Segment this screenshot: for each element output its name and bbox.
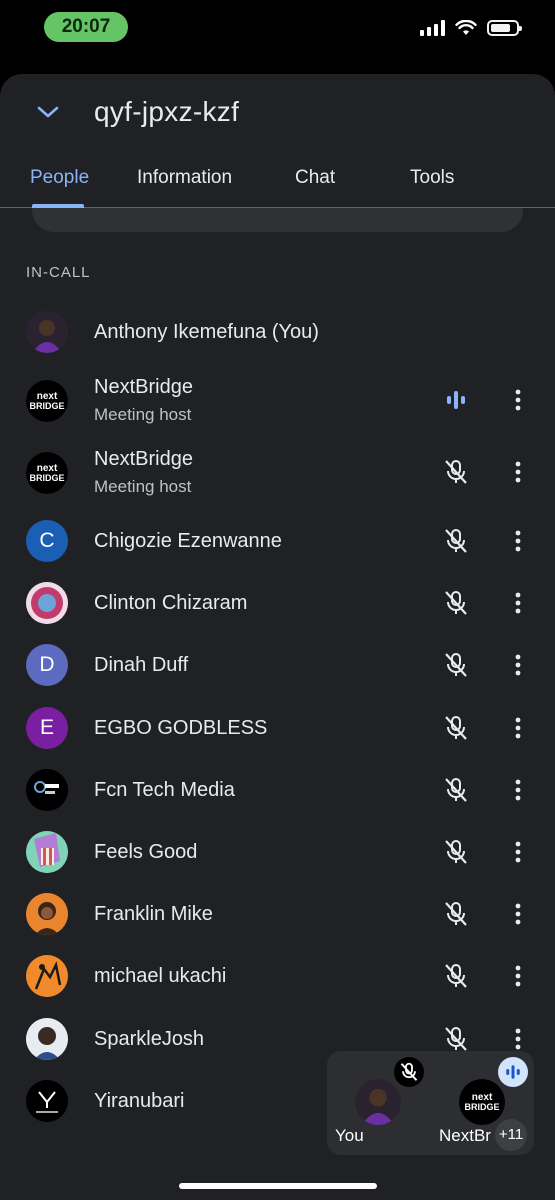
participant-row[interactable]: Franklin Mike (0, 887, 555, 949)
participant-name: EGBO GODBLESS (94, 716, 268, 739)
avatar: C (26, 520, 68, 562)
more-options-icon[interactable] (504, 900, 532, 928)
avatar: E (26, 706, 68, 749)
tab-chat[interactable]: Chat (295, 167, 335, 189)
host-label: NextBr (439, 1126, 491, 1145)
more-options-icon[interactable] (504, 1025, 532, 1053)
participant-name: Feels Good (94, 840, 198, 863)
collapse-button[interactable] (28, 92, 68, 132)
tab-people[interactable]: People (30, 167, 89, 189)
signal-icon (420, 20, 445, 36)
avatar: next BRIDGE (459, 1079, 505, 1125)
speaking-indicator-icon (442, 386, 470, 414)
tab-bar: People Information Chat Tools (0, 154, 555, 208)
speaking-indicator-icon (498, 1057, 528, 1087)
avatar (26, 1079, 68, 1122)
participants-panel: qyf-jpxz-kzf People Information Chat Too… (0, 74, 555, 1200)
more-options-icon[interactable] (504, 589, 532, 617)
avatar (26, 830, 68, 873)
wifi-icon (455, 20, 477, 35)
avatar (26, 768, 68, 811)
mic-off-icon (442, 776, 470, 804)
avatar: next BRIDGE (26, 452, 68, 494)
participant-name: Anthony Ikemefuna (You) (94, 321, 319, 343)
participant-name: NextBridge (94, 376, 193, 398)
avatar (26, 955, 68, 998)
avatar (26, 1017, 68, 1060)
more-options-icon[interactable] (504, 527, 532, 555)
participant-row[interactable]: Anthony Ikemefuna (You) (0, 300, 555, 370)
mic-off-icon (442, 458, 470, 486)
more-options-icon[interactable] (504, 386, 532, 414)
participant-row[interactable]: next BRIDGE NextBridge Meeting host (0, 442, 555, 514)
avatar (26, 582, 68, 625)
more-options-icon[interactable] (504, 838, 532, 866)
mic-off-icon (442, 962, 470, 990)
participant-name: michael ukachi (94, 965, 227, 988)
mic-off-icon (442, 714, 470, 742)
participant-row[interactable]: D Dinah Duff (0, 638, 555, 700)
participant-name: Clinton Chizaram (94, 592, 248, 615)
participant-list: Anthony Ikemefuna (You) next BRIDGE NextB… (0, 300, 555, 1136)
mic-off-icon (442, 527, 470, 555)
battery-icon (487, 20, 522, 36)
search-field[interactable] (32, 208, 523, 232)
more-options-icon[interactable] (504, 962, 532, 990)
participant-row[interactable]: C Chigozie Ezenwanne (0, 514, 555, 576)
more-participants-badge[interactable]: +11 (495, 1119, 527, 1151)
more-options-icon[interactable] (504, 776, 532, 804)
section-label-in-call: IN-CALL (26, 264, 91, 281)
participant-row[interactable]: Fcn Tech Media (0, 763, 555, 825)
mic-off-icon (442, 838, 470, 866)
participant-name: Dinah Duff (94, 654, 189, 677)
chevron-down-icon (37, 106, 59, 118)
participant-name: Fcn Tech Media (94, 778, 235, 801)
mic-off-icon (394, 1057, 424, 1087)
status-icons (420, 20, 522, 36)
participant-name: Yiranubari (94, 1089, 185, 1112)
participant-role: Meeting host (94, 405, 192, 424)
mic-off-icon (442, 900, 470, 928)
panel-header: qyf-jpxz-kzf People Information Chat Too… (0, 74, 555, 208)
home-indicator[interactable] (179, 1183, 377, 1189)
status-bar: 20:07 (0, 0, 555, 60)
participant-row[interactable]: Feels Good (0, 825, 555, 887)
participant-row[interactable]: next BRIDGE NextBridge Meeting host (0, 370, 555, 442)
tab-information[interactable]: Information (137, 167, 232, 189)
more-options-icon[interactable] (504, 714, 532, 742)
status-time: 20:07 (44, 12, 128, 42)
mic-off-icon (442, 1025, 470, 1053)
avatar (355, 1079, 401, 1125)
mic-off-icon (442, 651, 470, 679)
participant-row[interactable]: Clinton Chizaram (0, 576, 555, 638)
participant-name: Franklin Mike (94, 903, 213, 926)
more-options-icon[interactable] (504, 458, 532, 486)
participant-name: NextBridge (94, 448, 193, 470)
participant-name: SparkleJosh (94, 1027, 205, 1050)
tab-tools[interactable]: Tools (410, 167, 454, 189)
participant-role: Meeting host (94, 477, 192, 496)
self-label: You (335, 1126, 364, 1145)
avatar: next BRIDGE (26, 380, 68, 422)
participant-name: Chigozie Ezenwanne (94, 530, 282, 552)
participant-row[interactable]: michael ukachi (0, 949, 555, 1011)
avatar (26, 893, 68, 936)
avatar: D (26, 644, 68, 687)
more-options-icon[interactable] (504, 651, 532, 679)
avatar (26, 311, 68, 353)
mic-off-icon (442, 589, 470, 617)
meeting-code: qyf-jpxz-kzf (94, 96, 240, 127)
floating-video-tile[interactable]: You next BRIDGE NextBr +11 (327, 1051, 534, 1155)
participant-row[interactable]: E EGBO GODBLESS (0, 701, 555, 763)
